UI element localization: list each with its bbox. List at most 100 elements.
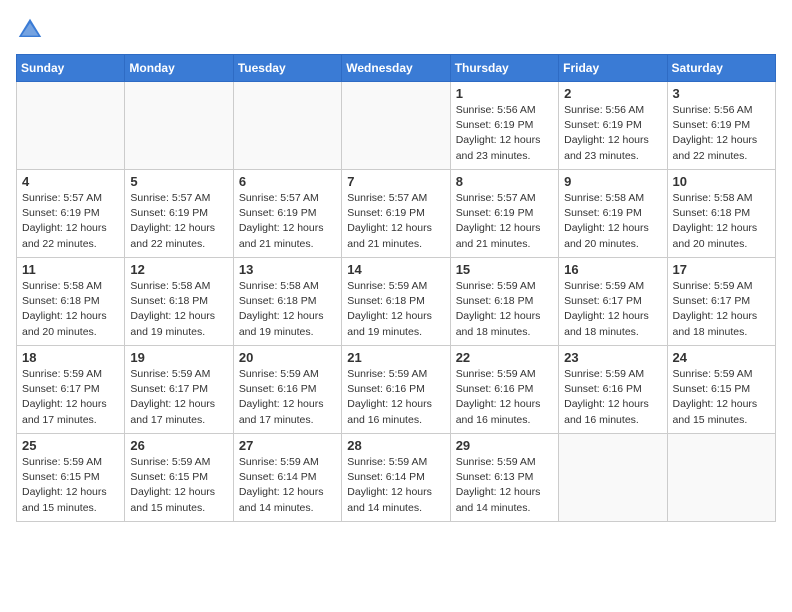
week-row-2: 4 Sunrise: 5:57 AMSunset: 6:19 PMDaylight… bbox=[17, 170, 776, 258]
day-number: 13 bbox=[239, 262, 336, 277]
calendar-cell: 16 Sunrise: 5:59 AMSunset: 6:17 PMDayligh… bbox=[559, 258, 667, 346]
calendar-cell: 1 Sunrise: 5:56 AMSunset: 6:19 PMDaylight… bbox=[450, 82, 558, 170]
calendar-header-row: SundayMondayTuesdayWednesdayThursdayFrid… bbox=[17, 55, 776, 82]
week-row-5: 25Sunrise: 5:59 AMSunset: 6:15 PMDayligh… bbox=[17, 434, 776, 522]
day-number: 7 bbox=[347, 174, 444, 189]
calendar-cell: 29 Sunrise: 5:59 AMSunset: 6:13 PMDayligh… bbox=[450, 434, 558, 522]
calendar-cell: 24 Sunrise: 5:59 AMSunset: 6:15 PMDayligh… bbox=[667, 346, 775, 434]
day-number: 19 bbox=[130, 350, 227, 365]
calendar-cell: 12 Sunrise: 5:58 AMSunset: 6:18 PMDayligh… bbox=[125, 258, 233, 346]
calendar-cell: 4 Sunrise: 5:57 AMSunset: 6:19 PMDaylight… bbox=[17, 170, 125, 258]
day-header-wednesday: Wednesday bbox=[342, 55, 450, 82]
day-number: 22 bbox=[456, 350, 553, 365]
day-number: 10 bbox=[673, 174, 770, 189]
day-number: 4 bbox=[22, 174, 119, 189]
day-number: 17 bbox=[673, 262, 770, 277]
calendar-cell: 19 Sunrise: 5:59 AMSunset: 6:17 PMDayligh… bbox=[125, 346, 233, 434]
day-header-sunday: Sunday bbox=[17, 55, 125, 82]
calendar-cell: 17 Sunrise: 5:59 AMSunset: 6:17 PMDayligh… bbox=[667, 258, 775, 346]
calendar-cell bbox=[667, 434, 775, 522]
day-info: Sunrise: 5:58 AMSunset: 6:18 PMDaylight:… bbox=[130, 279, 227, 340]
day-info: Sunrise: 5:57 AMSunset: 6:19 PMDaylight:… bbox=[239, 191, 336, 252]
calendar-cell bbox=[342, 82, 450, 170]
day-info: Sunrise: 5:59 AMSunset: 6:17 PMDaylight:… bbox=[673, 279, 770, 340]
day-number: 21 bbox=[347, 350, 444, 365]
day-info: Sunrise: 5:56 AMSunset: 6:19 PMDaylight:… bbox=[673, 103, 770, 164]
day-number: 14 bbox=[347, 262, 444, 277]
day-info: Sunrise: 5:59 AMSunset: 6:17 PMDaylight:… bbox=[130, 367, 227, 428]
day-info: Sunrise: 5:57 AMSunset: 6:19 PMDaylight:… bbox=[22, 191, 119, 252]
day-info: Sunrise: 5:58 AMSunset: 6:18 PMDaylight:… bbox=[22, 279, 119, 340]
day-info: Sunrise: 5:56 AMSunset: 6:19 PMDaylight:… bbox=[456, 103, 553, 164]
day-info: Sunrise: 5:59 AMSunset: 6:14 PMDaylight:… bbox=[239, 455, 336, 516]
day-info: Sunrise: 5:59 AMSunset: 6:15 PMDaylight:… bbox=[22, 455, 119, 516]
day-number: 3 bbox=[673, 86, 770, 101]
day-header-friday: Friday bbox=[559, 55, 667, 82]
calendar-table: SundayMondayTuesdayWednesdayThursdayFrid… bbox=[16, 54, 776, 522]
week-row-3: 11 Sunrise: 5:58 AMSunset: 6:18 PMDayligh… bbox=[17, 258, 776, 346]
day-info: Sunrise: 5:59 AMSunset: 6:13 PMDaylight:… bbox=[456, 455, 553, 516]
calendar-cell bbox=[559, 434, 667, 522]
day-info: Sunrise: 5:58 AMSunset: 6:18 PMDaylight:… bbox=[673, 191, 770, 252]
day-number: 9 bbox=[564, 174, 661, 189]
calendar-cell: 27 Sunrise: 5:59 AMSunset: 6:14 PMDayligh… bbox=[233, 434, 341, 522]
day-number: 29 bbox=[456, 438, 553, 453]
calendar-cell: 3 Sunrise: 5:56 AMSunset: 6:19 PMDaylight… bbox=[667, 82, 775, 170]
day-number: 2 bbox=[564, 86, 661, 101]
day-info: Sunrise: 5:59 AMSunset: 6:18 PMDaylight:… bbox=[347, 279, 444, 340]
day-number: 15 bbox=[456, 262, 553, 277]
logo bbox=[16, 16, 44, 44]
day-number: 1 bbox=[456, 86, 553, 101]
day-number: 28 bbox=[347, 438, 444, 453]
calendar-cell: 9 Sunrise: 5:58 AMSunset: 6:19 PMDaylight… bbox=[559, 170, 667, 258]
calendar-cell: 6 Sunrise: 5:57 AMSunset: 6:19 PMDaylight… bbox=[233, 170, 341, 258]
calendar-cell bbox=[17, 82, 125, 170]
day-number: 24 bbox=[673, 350, 770, 365]
day-number: 8 bbox=[456, 174, 553, 189]
page-header bbox=[16, 16, 776, 44]
calendar-cell: 11 Sunrise: 5:58 AMSunset: 6:18 PMDayligh… bbox=[17, 258, 125, 346]
day-info: Sunrise: 5:59 AMSunset: 6:17 PMDaylight:… bbox=[22, 367, 119, 428]
day-header-saturday: Saturday bbox=[667, 55, 775, 82]
calendar-cell: 2 Sunrise: 5:56 AMSunset: 6:19 PMDaylight… bbox=[559, 82, 667, 170]
day-info: Sunrise: 5:57 AMSunset: 6:19 PMDaylight:… bbox=[130, 191, 227, 252]
calendar-cell: 28 Sunrise: 5:59 AMSunset: 6:14 PMDayligh… bbox=[342, 434, 450, 522]
day-number: 26 bbox=[130, 438, 227, 453]
calendar-cell bbox=[233, 82, 341, 170]
calendar-cell: 20 Sunrise: 5:59 AMSunset: 6:16 PMDayligh… bbox=[233, 346, 341, 434]
day-info: Sunrise: 5:59 AMSunset: 6:18 PMDaylight:… bbox=[456, 279, 553, 340]
day-info: Sunrise: 5:59 AMSunset: 6:14 PMDaylight:… bbox=[347, 455, 444, 516]
logo-icon bbox=[16, 16, 44, 44]
day-number: 11 bbox=[22, 262, 119, 277]
day-number: 18 bbox=[22, 350, 119, 365]
day-info: Sunrise: 5:57 AMSunset: 6:19 PMDaylight:… bbox=[347, 191, 444, 252]
calendar-cell: 13Sunrise: 5:58 AMSunset: 6:18 PMDayligh… bbox=[233, 258, 341, 346]
calendar-cell: 8 Sunrise: 5:57 AMSunset: 6:19 PMDaylight… bbox=[450, 170, 558, 258]
calendar-cell: 15 Sunrise: 5:59 AMSunset: 6:18 PMDayligh… bbox=[450, 258, 558, 346]
calendar-cell: 7 Sunrise: 5:57 AMSunset: 6:19 PMDaylight… bbox=[342, 170, 450, 258]
day-header-tuesday: Tuesday bbox=[233, 55, 341, 82]
day-number: 12 bbox=[130, 262, 227, 277]
calendar-cell: 26Sunrise: 5:59 AMSunset: 6:15 PMDayligh… bbox=[125, 434, 233, 522]
day-info: Sunrise: 5:58 AMSunset: 6:19 PMDaylight:… bbox=[564, 191, 661, 252]
day-info: Sunrise: 5:59 AMSunset: 6:16 PMDaylight:… bbox=[564, 367, 661, 428]
day-info: Sunrise: 5:56 AMSunset: 6:19 PMDaylight:… bbox=[564, 103, 661, 164]
calendar-cell: 22Sunrise: 5:59 AMSunset: 6:16 PMDayligh… bbox=[450, 346, 558, 434]
day-info: Sunrise: 5:59 AMSunset: 6:17 PMDaylight:… bbox=[564, 279, 661, 340]
day-info: Sunrise: 5:57 AMSunset: 6:19 PMDaylight:… bbox=[456, 191, 553, 252]
day-number: 20 bbox=[239, 350, 336, 365]
week-row-4: 18 Sunrise: 5:59 AMSunset: 6:17 PMDayligh… bbox=[17, 346, 776, 434]
calendar-cell: 14 Sunrise: 5:59 AMSunset: 6:18 PMDayligh… bbox=[342, 258, 450, 346]
day-number: 5 bbox=[130, 174, 227, 189]
day-number: 6 bbox=[239, 174, 336, 189]
calendar-cell: 25Sunrise: 5:59 AMSunset: 6:15 PMDayligh… bbox=[17, 434, 125, 522]
day-info: Sunrise: 5:59 AMSunset: 6:15 PMDaylight:… bbox=[673, 367, 770, 428]
calendar-cell: 21 Sunrise: 5:59 AMSunset: 6:16 PMDayligh… bbox=[342, 346, 450, 434]
day-info: Sunrise: 5:59 AMSunset: 6:16 PMDaylight:… bbox=[347, 367, 444, 428]
day-number: 16 bbox=[564, 262, 661, 277]
day-header-thursday: Thursday bbox=[450, 55, 558, 82]
day-info: Sunrise: 5:59 AMSunset: 6:16 PMDaylight:… bbox=[239, 367, 336, 428]
day-number: 27 bbox=[239, 438, 336, 453]
calendar-cell bbox=[125, 82, 233, 170]
calendar-cell: 5 Sunrise: 5:57 AMSunset: 6:19 PMDaylight… bbox=[125, 170, 233, 258]
